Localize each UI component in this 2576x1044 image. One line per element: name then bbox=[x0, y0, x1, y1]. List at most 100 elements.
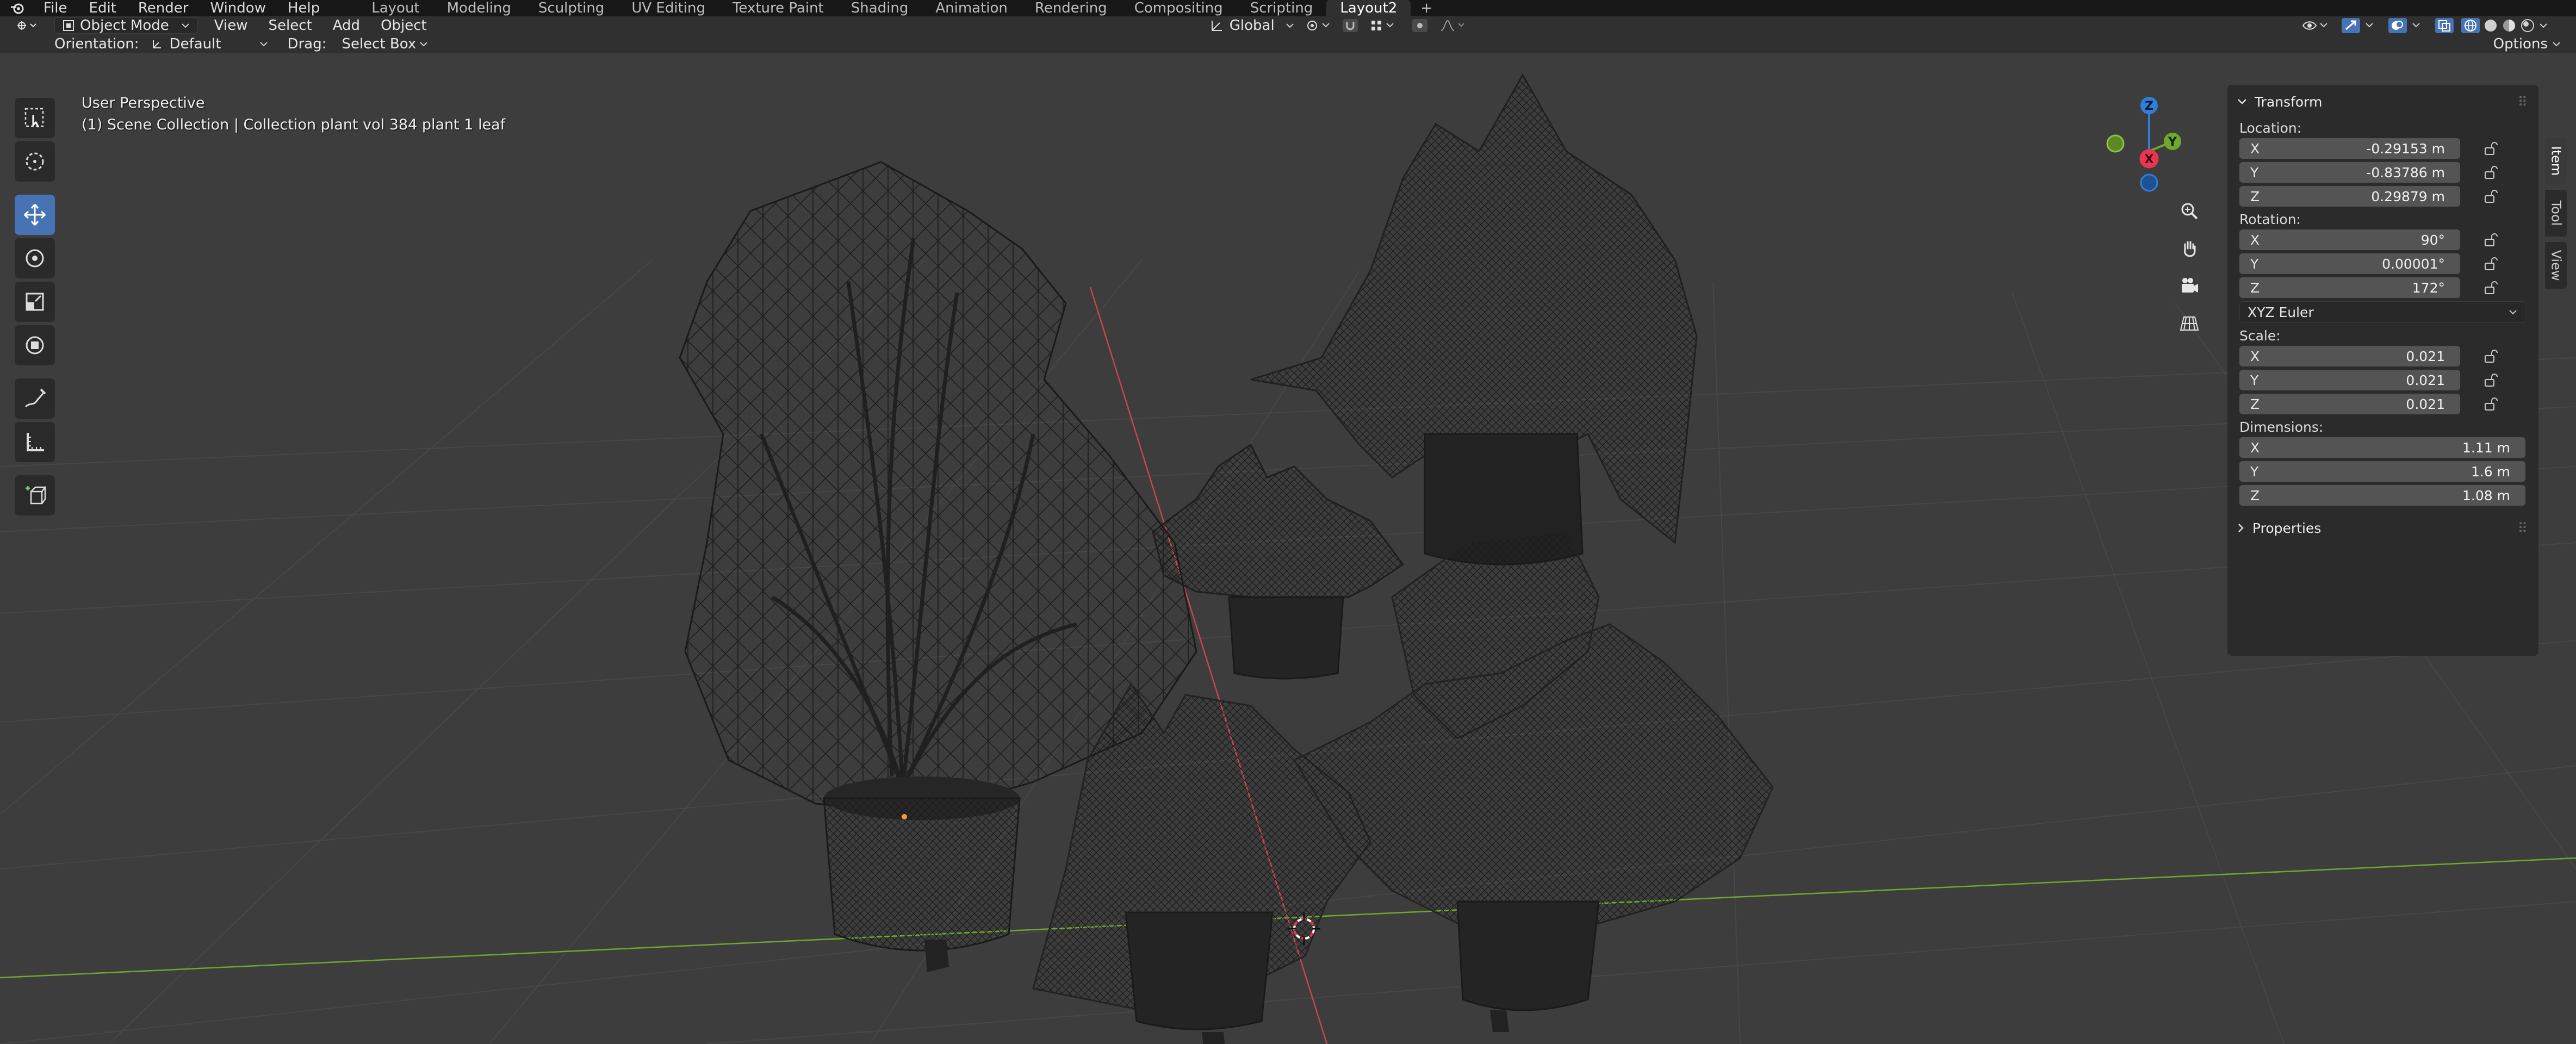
transform-orientation-selector[interactable]: Global bbox=[1205, 17, 1300, 34]
gizmo-toggle[interactable] bbox=[2336, 17, 2382, 34]
mode-selector[interactable]: Object Mode bbox=[54, 17, 198, 34]
tab-compositing[interactable]: Compositing bbox=[1121, 0, 1237, 16]
tab-layout2[interactable]: Layout2 bbox=[1326, 0, 1411, 16]
transform-tool[interactable] bbox=[15, 325, 55, 365]
rotate-tool[interactable] bbox=[15, 238, 55, 278]
scale-tool[interactable] bbox=[15, 282, 55, 322]
tab-rendering[interactable]: Rendering bbox=[1021, 0, 1121, 16]
select-menu[interactable]: Select bbox=[263, 17, 318, 34]
pivot-point-selector[interactable] bbox=[1300, 18, 1337, 33]
cursor-tool[interactable] bbox=[15, 141, 55, 182]
unlocked-icon[interactable] bbox=[2482, 349, 2501, 364]
scale-y-field[interactable]: Y 0.021 bbox=[2239, 370, 2498, 390]
menu-help[interactable]: Help bbox=[277, 0, 331, 16]
tab-layout[interactable]: Layout bbox=[358, 0, 433, 16]
axis-label: X bbox=[2250, 348, 2260, 364]
rotation-mode-dropdown[interactable]: XYZ Euler bbox=[2239, 301, 2525, 323]
menu-window[interactable]: Window bbox=[199, 0, 277, 16]
shading-rendered-button[interactable] bbox=[2518, 17, 2537, 34]
tab-item[interactable]: Item bbox=[2545, 138, 2567, 184]
axis-label: Y bbox=[2250, 463, 2259, 480]
location-z-field[interactable]: Z 0.29879 m bbox=[2239, 186, 2498, 207]
tab-animation[interactable]: Animation bbox=[922, 0, 1021, 16]
snap-target-selector[interactable] bbox=[1364, 18, 1401, 33]
menu-edit[interactable]: Edit bbox=[78, 0, 127, 16]
tab-texture-paint[interactable]: Texture Paint bbox=[719, 0, 837, 16]
unlocked-icon[interactable] bbox=[2482, 233, 2501, 248]
annotate-tool[interactable] bbox=[15, 378, 55, 419]
dimensions-y-field[interactable]: Y 1.6 m bbox=[2239, 461, 2525, 482]
scale-x-value: 0.021 bbox=[2406, 348, 2445, 364]
proportional-falloff-selector[interactable] bbox=[1433, 18, 1472, 33]
rotate-icon bbox=[22, 246, 47, 271]
menu-render[interactable]: Render bbox=[127, 0, 200, 16]
snap-toggle[interactable] bbox=[1337, 18, 1364, 33]
location-x-field[interactable]: X -0.29153 m bbox=[2239, 138, 2498, 159]
select-box-tool[interactable] bbox=[15, 98, 55, 138]
location-x-value: -0.29153 m bbox=[2366, 140, 2445, 157]
rotation-x-field[interactable]: X 90° bbox=[2239, 229, 2498, 250]
proportional-editing-toggle[interactable] bbox=[1406, 18, 1433, 33]
shading-wireframe-button[interactable] bbox=[2460, 17, 2481, 34]
drag-handle-icon[interactable]: ⠿ bbox=[2518, 94, 2529, 110]
unlocked-icon[interactable] bbox=[2482, 165, 2501, 181]
visibility-selector[interactable] bbox=[2295, 18, 2336, 33]
unlocked-icon[interactable] bbox=[2482, 141, 2501, 157]
shading-options-button[interactable] bbox=[2537, 22, 2550, 29]
gizmo-y-label: Y bbox=[2168, 135, 2177, 149]
camera-icon bbox=[2178, 275, 2200, 297]
object-menu[interactable]: Object bbox=[375, 17, 432, 34]
unlocked-icon[interactable] bbox=[2482, 373, 2501, 388]
drag-selector[interactable]: Select Box bbox=[336, 36, 433, 52]
transform-panel-header[interactable]: Transform ⠿ bbox=[2227, 85, 2538, 119]
tab-tool[interactable]: Tool bbox=[2545, 190, 2567, 237]
tab-sculpting[interactable]: Sculpting bbox=[525, 0, 618, 16]
overlays-toggle[interactable] bbox=[2382, 17, 2429, 34]
navigation-gizmo[interactable]: Z Y X bbox=[2096, 91, 2189, 200]
orientation-selector[interactable]: Default bbox=[145, 36, 274, 52]
unlocked-icon[interactable] bbox=[2482, 257, 2501, 272]
perspective-toggle-button[interactable] bbox=[2174, 308, 2205, 339]
add-cube-tool[interactable] bbox=[15, 475, 55, 515]
move-tool[interactable] bbox=[15, 195, 55, 235]
add-menu[interactable]: Add bbox=[327, 17, 365, 34]
view-menu[interactable]: View bbox=[209, 17, 253, 34]
unlocked-icon[interactable] bbox=[2482, 189, 2501, 204]
transform-icon bbox=[22, 333, 47, 358]
unlocked-icon[interactable] bbox=[2482, 281, 2501, 296]
editor-type-button[interactable] bbox=[11, 19, 44, 32]
measure-tool[interactable] bbox=[15, 422, 55, 462]
rotation-y-field[interactable]: Y 0.00001° bbox=[2239, 253, 2498, 274]
camera-view-button[interactable] bbox=[2174, 271, 2205, 301]
scale-x-field[interactable]: X 0.021 bbox=[2239, 346, 2498, 366]
unlocked-icon[interactable] bbox=[2482, 397, 2501, 412]
blender-logo-icon[interactable] bbox=[8, 0, 27, 16]
properties-panel-header[interactable]: Properties ⠿ bbox=[2227, 511, 2538, 545]
drag-handle-icon[interactable]: ⠿ bbox=[2518, 520, 2529, 536]
add-workspace-button[interactable]: + bbox=[1411, 0, 1442, 16]
shading-solid-button[interactable] bbox=[2481, 17, 2500, 34]
shading-material-button[interactable] bbox=[2500, 17, 2518, 34]
axis-label: X bbox=[2250, 439, 2260, 456]
zoom-magnifier-icon bbox=[2178, 200, 2200, 222]
tab-shading[interactable]: Shading bbox=[837, 0, 922, 16]
rotation-z-field[interactable]: Z 172° bbox=[2239, 277, 2498, 298]
dimensions-x-field[interactable]: X 1.11 m bbox=[2239, 437, 2525, 458]
menu-file[interactable]: File bbox=[33, 0, 78, 16]
dimensions-z-field[interactable]: Z 1.08 m bbox=[2239, 485, 2525, 506]
options-menu[interactable]: Options bbox=[2488, 36, 2566, 52]
pan-button[interactable] bbox=[2174, 233, 2205, 264]
rotation-x-value: 90° bbox=[2420, 232, 2445, 248]
tab-uv-editing[interactable]: UV Editing bbox=[618, 0, 719, 16]
xray-toggle[interactable] bbox=[2429, 17, 2460, 34]
tab-view[interactable]: View bbox=[2545, 242, 2567, 289]
location-z-value: 0.29879 m bbox=[2371, 188, 2445, 204]
scale-z-field[interactable]: Z 0.021 bbox=[2239, 394, 2498, 414]
tab-modeling[interactable]: Modeling bbox=[433, 0, 525, 16]
transform-orientation-label: Global bbox=[1229, 17, 1275, 34]
object-mode-icon bbox=[63, 20, 75, 32]
zoom-button[interactable] bbox=[2174, 196, 2205, 226]
tab-scripting[interactable]: Scripting bbox=[1237, 0, 1327, 16]
location-y-field[interactable]: Y -0.83786 m bbox=[2239, 162, 2498, 183]
3d-viewport[interactable]: User Perspective (1) Scene Collection | … bbox=[0, 53, 2576, 1044]
